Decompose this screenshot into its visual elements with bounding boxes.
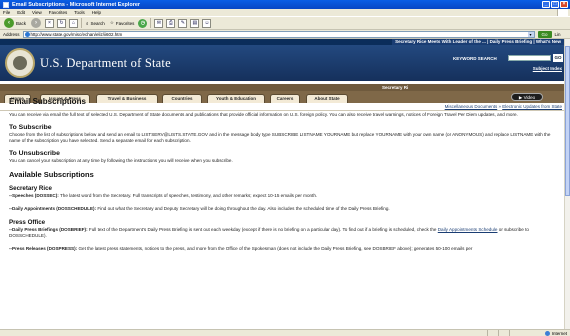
secretary-rice-heading: Secretary Rice	[9, 185, 52, 192]
appointments-name: --Daily Appointments (DOSSCHEDULE):	[9, 206, 97, 211]
toolbar-separator	[150, 18, 152, 28]
ie-app-icon	[3, 1, 9, 8]
minimize-button[interactable]: _	[542, 1, 550, 8]
zone-label: Internet	[551, 330, 567, 336]
print-icon[interactable]: ⎙	[166, 18, 176, 28]
releases-text: Get the latest press statements, notices…	[77, 246, 473, 251]
standard-toolbar: ‹ Back › × ↻ ⌂ ⌕ Search ☆ Favorites ◷ ✉ …	[0, 16, 570, 30]
menu-edit[interactable]: Edit	[17, 10, 25, 15]
windows-logo-icon	[557, 9, 568, 16]
toolbar-separator	[81, 18, 83, 28]
secretary-label[interactable]: Secretary Ri	[382, 84, 408, 91]
address-bar: Address http://www.state.gov/misc/echan/…	[0, 30, 570, 39]
window-title-bar: Email Subscriptions - Microsoft Internet…	[0, 0, 570, 9]
secretary-bar: Secretary Ri	[0, 84, 564, 91]
page-title: Email Subscriptions	[9, 97, 86, 106]
press-releases-item: --Press Releases (DOSPRESS): Get the lat…	[9, 246, 561, 252]
window-controls: _ □ ×	[542, 1, 568, 8]
keyword-search-input[interactable]	[508, 55, 551, 61]
status-bar: Internet	[0, 329, 570, 336]
address-label: Address	[3, 31, 20, 37]
speeches-text: The latest word from the Secretary. Full…	[58, 193, 318, 198]
search-label: Search	[90, 20, 105, 26]
speeches-item: --Speeches (DOSSEC): The latest word fro…	[9, 193, 561, 199]
available-subscriptions-heading: Available Subscriptions	[9, 170, 94, 179]
vertical-scrollbar[interactable]	[564, 39, 570, 329]
keyword-go-button[interactable]: GO	[553, 54, 563, 62]
main-content: Email Subscriptions You can receive via …	[9, 97, 561, 259]
subject-index-link[interactable]: Subject Index	[533, 66, 562, 71]
address-dropdown-icon[interactable]: ▾	[527, 31, 534, 37]
go-button[interactable]: Go	[537, 30, 552, 38]
security-zone: Internet	[544, 330, 567, 336]
back-button[interactable]: ‹ Back	[3, 18, 27, 29]
refresh-icon[interactable]: ↻	[57, 18, 67, 28]
appointments-text: Find out what the Secretary and Deputy S…	[96, 206, 390, 211]
menu-favorites[interactable]: Favorites	[49, 10, 68, 15]
menu-help[interactable]: Help	[92, 10, 101, 15]
search-icon: ⌕	[86, 20, 89, 26]
unsubscribe-text: You can cancel your subscription at any …	[9, 158, 233, 163]
window-title: Email Subscriptions - Microsoft Internet…	[12, 1, 141, 8]
maximize-button[interactable]: □	[551, 1, 559, 8]
site-name[interactable]: U.S. Department of State	[40, 56, 171, 71]
discuss-icon[interactable]: ▤	[190, 18, 200, 28]
back-label: Back	[16, 20, 27, 26]
messenger-icon[interactable]: ☺	[202, 18, 212, 28]
status-dividers	[487, 330, 510, 336]
globe-icon	[544, 330, 550, 336]
department-seal-logo[interactable]	[5, 48, 35, 78]
menu-bar: File Edit View Favorites Tools Help	[0, 9, 570, 16]
forward-button[interactable]: ›	[30, 18, 42, 29]
home-icon[interactable]: ⌂	[69, 18, 79, 28]
page-icon	[24, 31, 30, 37]
media-icon[interactable]: ◷	[138, 18, 148, 28]
close-button[interactable]: ×	[560, 1, 568, 8]
briefings-item: --Daily Press Briefings (DOSBRIEF): Full…	[9, 227, 561, 239]
menu-file[interactable]: File	[3, 10, 10, 15]
search-button[interactable]: ⌕ Search	[85, 18, 106, 29]
subscribe-heading: To Subscribe	[9, 124, 52, 131]
stop-icon[interactable]: ×	[45, 18, 55, 28]
address-input[interactable]: http://www.state.gov/misc/echan/eliz/ii6…	[22, 30, 535, 38]
back-arrow-icon: ‹	[4, 18, 14, 28]
menu-view[interactable]: View	[32, 10, 42, 15]
links-label[interactable]: Lin	[555, 32, 561, 37]
scrollbar-thumb[interactable]	[565, 46, 570, 196]
favorites-button[interactable]: ☆ Favorites	[109, 18, 136, 29]
intro-text: You can receive via email the full text …	[9, 112, 518, 117]
unsubscribe-heading: To Unsubscribe	[9, 150, 60, 157]
edit-icon[interactable]: ✎	[178, 18, 188, 28]
appointments-item: --Daily Appointments (DOSSCHEDULE): Find…	[9, 206, 561, 212]
daily-appointments-link[interactable]: Daily Appointments Schedule	[438, 227, 498, 232]
forward-arrow-icon: ›	[31, 18, 42, 28]
subscribe-text: Choose from the list of subscriptions be…	[9, 132, 551, 143]
mail-icon[interactable]: ✉	[154, 18, 164, 28]
star-icon: ☆	[109, 20, 114, 25]
press-office-heading: Press Office	[9, 219, 46, 226]
speeches-name: --Speeches (DOSSEC):	[9, 193, 59, 198]
favorites-label: Favorites	[115, 20, 135, 26]
briefings-name: --Daily Press Briefings (DOSBRIEF):	[9, 227, 88, 232]
briefings-text: Full text of the Department's Daily Pres…	[87, 227, 438, 232]
page-viewport: Secretary Rice Meets With Leader of the …	[0, 39, 564, 329]
releases-name: --Press Releases (DOSPRESS):	[9, 246, 78, 251]
keyword-search-label: KEYWORD SEARCH	[453, 56, 497, 61]
menu-tools[interactable]: Tools	[74, 10, 85, 15]
address-url: http://www.state.gov/misc/echan/eliz/ii6…	[30, 31, 123, 37]
